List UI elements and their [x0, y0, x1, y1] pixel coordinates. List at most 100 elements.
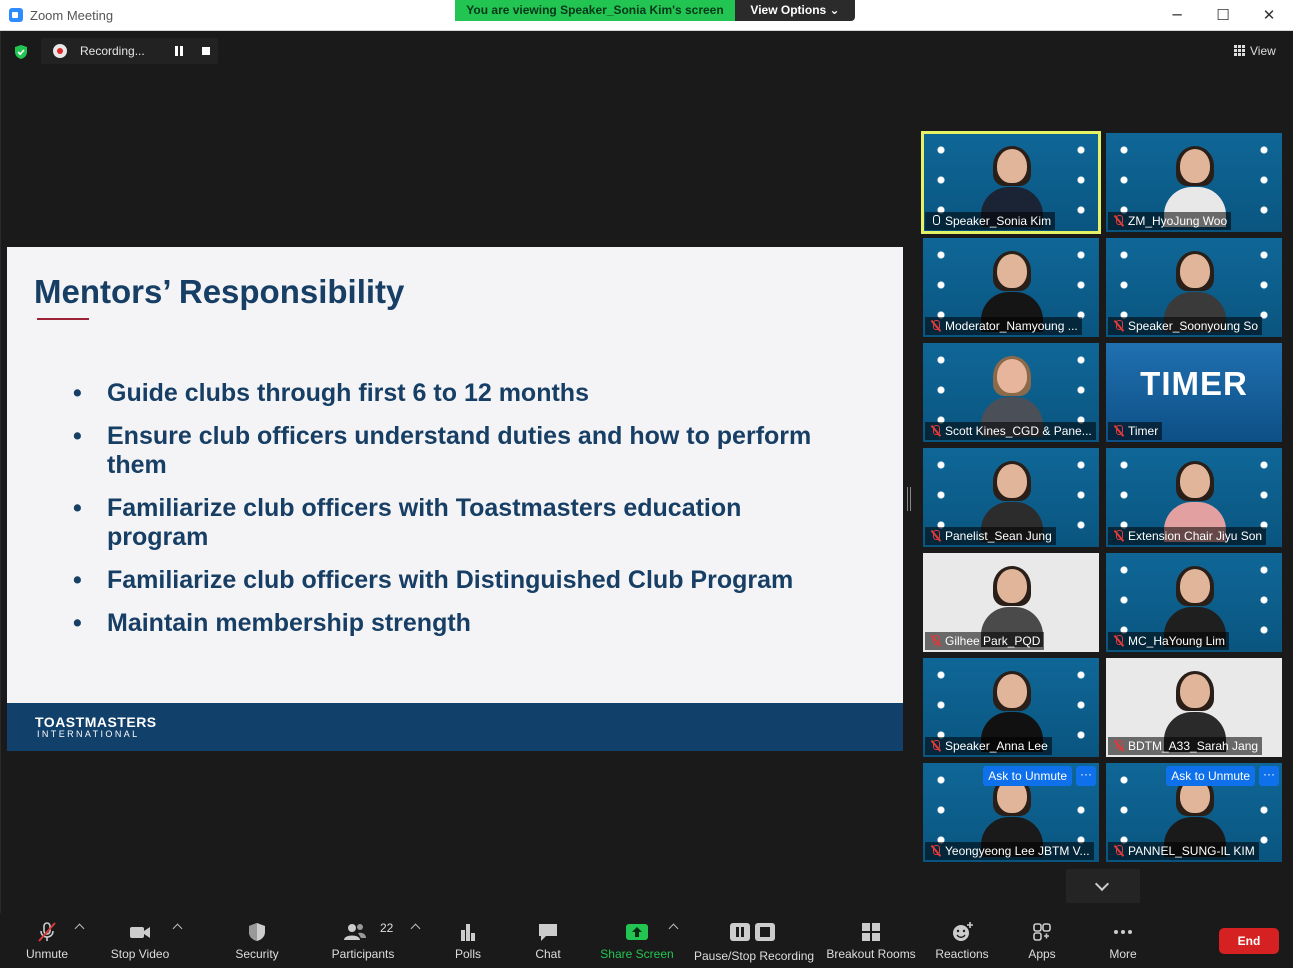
slide-bullet-list: Guide clubs through first 6 to 12 months… [73, 379, 843, 652]
participant-tile[interactable]: MC_HaYoung Lim [1106, 553, 1282, 652]
participants-icon [344, 924, 366, 940]
participant-more-button[interactable]: ··· [1259, 766, 1279, 786]
participant-name: Speaker_Soonyoung So [1108, 317, 1263, 335]
muted-mic-icon [1113, 740, 1124, 752]
encryption-shield-icon[interactable] [13, 44, 29, 60]
end-meeting-button[interactable]: End [1219, 928, 1279, 954]
participant-video [981, 461, 1043, 542]
muted-mic-icon [1113, 845, 1124, 857]
participant-video [981, 566, 1043, 647]
participant-tile[interactable]: Ask to Unmute ··· PANNEL_SUNG-IL KIM [1106, 763, 1282, 862]
participant-name: Timer [1108, 422, 1163, 440]
apps-button[interactable]: Apps [1022, 913, 1062, 968]
view-layout-button[interactable]: View [1234, 44, 1276, 58]
participants-count: 22 [380, 921, 394, 935]
reactions-smiley-icon [953, 922, 973, 941]
slide-bullet: Maintain membership strength [73, 609, 843, 638]
participant-video [1164, 671, 1226, 752]
viewing-screen-banner: You are viewing Speaker_Sonia Kim's scre… [455, 0, 735, 21]
muted-mic-icon [930, 320, 941, 332]
participant-name: Gilhee Park_PQD [925, 632, 1045, 650]
maximize-button[interactable]: ☐ [1208, 5, 1238, 25]
slide-bullet: Familiarize club officers with Toastmast… [73, 494, 843, 552]
muted-mic-icon [930, 425, 941, 437]
participant-tile[interactable]: Ask to Unmute ··· Yeongyeong Lee JBTM V.… [923, 763, 1099, 862]
participant-name: ZM_HyoJung Woo [1108, 212, 1232, 230]
participants-caret-icon[interactable] [410, 923, 421, 934]
participant-video [981, 251, 1043, 332]
slide-bullet: Ensure club officers understand duties a… [73, 422, 843, 480]
slide-bullet: Guide clubs through first 6 to 12 months [73, 379, 843, 408]
audio-options-caret-icon[interactable] [74, 923, 85, 934]
polls-button[interactable]: Polls [448, 913, 488, 968]
stop-recording-icon[interactable] [202, 47, 210, 55]
panel-resize-handle[interactable] [907, 487, 911, 511]
share-screen-button[interactable]: Share Screen [600, 913, 674, 968]
security-button[interactable]: Security [230, 913, 284, 968]
pause-recording-icon[interactable] [174, 46, 184, 56]
gallery-next-page-chevron-down-icon[interactable] [1066, 869, 1140, 903]
participant-video [981, 776, 1043, 857]
polls-bar-icon [461, 924, 475, 941]
more-button[interactable]: More [1103, 913, 1143, 968]
pause-stop-icon [730, 923, 775, 941]
muted-mic-icon [1113, 530, 1124, 542]
participant-video [1164, 461, 1226, 542]
stop-video-button[interactable]: Stop Video [106, 913, 174, 968]
muted-mic-icon [930, 635, 941, 647]
pause-stop-recording-button[interactable]: Pause/Stop Recording [694, 913, 814, 968]
security-shield-icon [249, 923, 265, 941]
participant-video [1164, 776, 1226, 857]
slide-footer: TOASTMASTERS INTERNATIONAL [7, 703, 903, 751]
recording-label: Recording... [80, 44, 145, 58]
reactions-button[interactable]: Reactions [934, 913, 990, 968]
window-title: Zoom Meeting [30, 8, 114, 23]
participant-video [981, 146, 1043, 227]
muted-mic-icon [1113, 320, 1124, 332]
microphone-icon [930, 215, 941, 227]
slide-bullet: Familiarize club officers with Distingui… [73, 566, 843, 595]
ask-to-unmute-button[interactable]: Ask to Unmute [983, 766, 1072, 786]
ask-to-unmute-button[interactable]: Ask to Unmute [1166, 766, 1255, 786]
share-screen-arrow-icon [626, 924, 648, 940]
minimize-button[interactable]: ─ [1162, 5, 1192, 25]
apps-icon [1033, 923, 1051, 941]
participant-tile[interactable]: Panelist_Sean Jung [923, 448, 1099, 547]
participant-tile[interactable]: Scott Kines_CGD & Pane... [923, 343, 1099, 442]
muted-mic-icon [1113, 635, 1124, 647]
toastmasters-logo: TOASTMASTERS INTERNATIONAL [35, 715, 157, 740]
participant-tile[interactable]: Speaker_Anna Lee [923, 658, 1099, 757]
meeting-toolbar: Unmute Stop Video Security 22 Participan… [0, 913, 1293, 968]
recording-dot-icon [53, 44, 67, 58]
breakout-rooms-button[interactable]: Breakout Rooms [826, 913, 916, 968]
participant-tile[interactable]: TIMER Timer [1106, 343, 1282, 442]
participant-tile[interactable]: Gilhee Park_PQD [923, 553, 1099, 652]
participant-more-button[interactable]: ··· [1076, 766, 1096, 786]
participant-name: Extension Chair Jiyu Son [1108, 527, 1267, 545]
participant-name: Moderator_Namyoung ... [925, 317, 1082, 335]
participant-name: Speaker_Anna Lee [925, 737, 1052, 755]
slide-title-underline [37, 318, 89, 320]
participant-name: PANNEL_SUNG-IL KIM [1108, 842, 1259, 860]
participant-tile[interactable]: Moderator_Namyoung ... [923, 238, 1099, 337]
grid-icon [1234, 45, 1245, 56]
participant-tile[interactable]: Speaker_Sonia Kim [921, 131, 1101, 234]
video-options-caret-icon[interactable] [172, 923, 183, 934]
participant-name: Scott Kines_CGD & Pane... [925, 422, 1096, 440]
unmute-button[interactable]: Unmute [20, 913, 74, 968]
participants-button[interactable]: 22 Participants [328, 913, 398, 968]
participant-tile[interactable]: Speaker_Soonyoung So [1106, 238, 1282, 337]
muted-mic-icon [1113, 215, 1124, 227]
participant-tile[interactable]: BDTM_A33_Sarah Jang [1106, 658, 1282, 757]
participant-tile[interactable]: ZM_HyoJung Woo [1106, 133, 1282, 232]
close-button[interactable]: ✕ [1254, 5, 1284, 25]
participant-name: BDTM_A33_Sarah Jang [1108, 737, 1263, 755]
more-ellipsis-icon [1114, 930, 1132, 934]
participant-tile[interactable]: Extension Chair Jiyu Son [1106, 448, 1282, 547]
logo-sub-text: INTERNATIONAL [37, 729, 140, 739]
shared-screen-slide: Mentors’ Responsibility Guide clubs thro… [7, 247, 903, 751]
chat-button[interactable]: Chat [528, 913, 568, 968]
participant-video [981, 356, 1043, 437]
video-camera-icon [130, 927, 150, 938]
view-options-button[interactable]: View Options ⌄ [735, 0, 855, 21]
